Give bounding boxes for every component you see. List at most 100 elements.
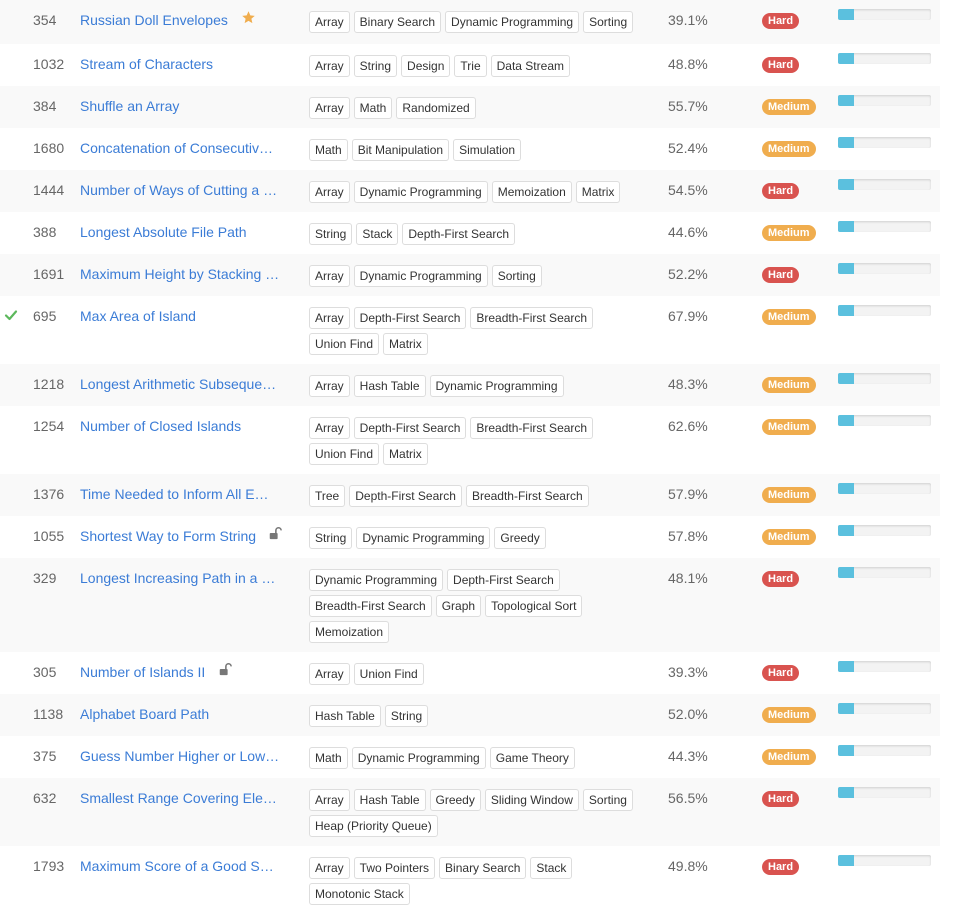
- topic-tag[interactable]: Array: [309, 417, 350, 439]
- problem-title-link[interactable]: Number of Islands II: [80, 664, 205, 680]
- lock-icon: [268, 526, 284, 542]
- topic-tag[interactable]: Depth-First Search: [353, 307, 467, 329]
- topic-tags: Dynamic Programming Depth-First Search Bre…: [309, 569, 649, 643]
- topic-tag[interactable]: Array: [309, 789, 350, 811]
- topic-tag[interactable]: Monotonic Stack: [309, 883, 410, 905]
- topic-tags: Array Binary Search Dynamic Programming Sor…: [309, 11, 649, 33]
- topic-tag[interactable]: Bit Manipulation: [351, 139, 450, 161]
- topic-tag[interactable]: Matrix: [575, 181, 621, 203]
- topic-tag[interactable]: Array: [309, 11, 350, 33]
- topic-tag[interactable]: Trie: [454, 55, 487, 77]
- topic-tag[interactable]: Array: [309, 307, 350, 329]
- topic-tag[interactable]: Math: [309, 139, 348, 161]
- topic-tag[interactable]: Dynamic Programming: [429, 375, 564, 397]
- topic-tag[interactable]: Array: [309, 55, 350, 77]
- topic-tag[interactable]: String: [384, 705, 429, 727]
- topic-tag[interactable]: Array: [309, 265, 350, 287]
- problem-title-link[interactable]: Number of Closed Islands: [80, 418, 241, 434]
- problem-title-link[interactable]: Shortest Way to Form String: [80, 528, 256, 544]
- topic-tag[interactable]: Topological Sort: [485, 595, 583, 617]
- topic-tag[interactable]: Heap (Priority Queue): [309, 815, 438, 837]
- topic-tag[interactable]: Design: [401, 55, 451, 77]
- problem-title-link[interactable]: Longest Increasing Path in a …: [80, 570, 275, 586]
- topic-tag[interactable]: Tree: [309, 485, 346, 507]
- topic-tag[interactable]: Breadth-First Search: [470, 417, 594, 439]
- topic-tag[interactable]: Game Theory: [489, 747, 575, 769]
- problem-title-link[interactable]: Russian Doll Envelopes: [80, 12, 228, 28]
- problem-title-link[interactable]: Shuffle an Array: [80, 98, 179, 114]
- topic-tag[interactable]: Matrix: [383, 333, 428, 355]
- topic-tag[interactable]: Greedy: [494, 527, 546, 549]
- problem-title-link[interactable]: Number of Ways of Cutting a …: [80, 182, 277, 198]
- topic-tag[interactable]: Dynamic Programming: [353, 265, 488, 287]
- topic-tag[interactable]: Union Find: [309, 333, 380, 355]
- problem-title-link[interactable]: Longest Arithmetic Subseque…: [80, 376, 276, 392]
- frequency-bar-fill: [838, 525, 854, 536]
- problem-title-link[interactable]: Longest Absolute File Path: [80, 224, 247, 240]
- topic-tag[interactable]: Data Stream: [490, 55, 570, 77]
- problem-title-link[interactable]: Time Needed to Inform All E…: [80, 486, 269, 502]
- difficulty-badge: Medium: [762, 225, 816, 241]
- topic-tag[interactable]: Union Find: [309, 443, 380, 465]
- topic-tag[interactable]: Simulation: [453, 139, 522, 161]
- problem-title-link[interactable]: Alphabet Board Path: [80, 706, 209, 722]
- table-row: 632 Smallest Range Covering Ele… Array Hash…: [0, 778, 940, 846]
- topic-tag[interactable]: Breadth-First Search: [465, 485, 589, 507]
- topic-tag[interactable]: Matrix: [383, 443, 428, 465]
- topic-tag[interactable]: Depth-First Search: [349, 485, 462, 507]
- problem-id: 375: [33, 748, 57, 764]
- topic-tag[interactable]: Depth-First Search: [447, 569, 560, 591]
- topic-tag[interactable]: Array: [309, 375, 350, 397]
- problem-title-link[interactable]: Smallest Range Covering Ele…: [80, 790, 277, 806]
- topic-tag[interactable]: Sorting: [491, 265, 542, 287]
- problem-title-link[interactable]: Maximum Score of a Good S…: [80, 858, 274, 874]
- topic-tag[interactable]: Math: [309, 747, 348, 769]
- problem-id: 1691: [33, 266, 65, 282]
- topic-tag[interactable]: Array: [309, 857, 350, 879]
- topic-tag[interactable]: Memoization: [491, 181, 572, 203]
- topic-tag[interactable]: Randomized: [396, 97, 476, 119]
- problem-id: 1055: [33, 528, 65, 544]
- topic-tag[interactable]: Greedy: [429, 789, 481, 811]
- topic-tag[interactable]: Array: [309, 181, 350, 203]
- topic-tag[interactable]: Sorting: [583, 11, 634, 33]
- topic-tag[interactable]: Hash Table: [309, 705, 381, 727]
- topic-tag[interactable]: Binary Search: [439, 857, 527, 879]
- topic-tag[interactable]: Dynamic Programming: [445, 11, 580, 33]
- topic-tag[interactable]: Breadth-First Search: [470, 307, 594, 329]
- topic-tag[interactable]: Array: [309, 97, 350, 119]
- topic-tag[interactable]: Memoization: [309, 621, 390, 643]
- topic-tag[interactable]: Depth-First Search: [353, 417, 467, 439]
- topic-tag[interactable]: String: [353, 55, 398, 77]
- topic-tag[interactable]: Hash Table: [353, 789, 426, 811]
- topic-tag[interactable]: Sorting: [582, 789, 633, 811]
- topic-tag[interactable]: Depth-First Search: [402, 223, 516, 245]
- topic-tag[interactable]: Hash Table: [353, 375, 426, 397]
- topic-tag[interactable]: String: [309, 527, 353, 549]
- problem-title-link[interactable]: Guess Number Higher or Low…: [80, 748, 279, 764]
- topic-tag[interactable]: Stack: [530, 857, 573, 879]
- problem-title-link[interactable]: Maximum Height by Stacking …: [80, 266, 279, 282]
- topic-tag[interactable]: Sliding Window: [484, 789, 579, 811]
- topic-tag[interactable]: Graph: [435, 595, 482, 617]
- topic-tags: Array Dynamic Programming Memoization Matri…: [309, 181, 649, 203]
- problem-title-link[interactable]: Concatenation of Consecutiv…: [80, 140, 273, 156]
- difficulty-badge: Medium: [762, 529, 816, 545]
- problem-title-link[interactable]: Stream of Characters: [80, 56, 213, 72]
- topic-tag[interactable]: Dynamic Programming: [309, 569, 444, 591]
- topic-tag[interactable]: Dynamic Programming: [351, 747, 486, 769]
- problem-title-link[interactable]: Max Area of Island: [80, 308, 196, 324]
- topic-tag[interactable]: Breadth-First Search: [309, 595, 432, 617]
- acceptance-rate: 62.6%: [668, 418, 708, 434]
- topic-tag[interactable]: Dynamic Programming: [353, 181, 488, 203]
- topic-tag[interactable]: Stack: [356, 223, 399, 245]
- topic-tag[interactable]: Union Find: [353, 663, 424, 685]
- topic-tag[interactable]: Binary Search: [353, 11, 442, 33]
- difficulty-badge: Hard: [762, 57, 800, 73]
- topic-tag[interactable]: Array: [309, 663, 350, 685]
- topic-tag[interactable]: Math: [353, 97, 393, 119]
- topic-tag[interactable]: String: [309, 223, 353, 245]
- topic-tag[interactable]: Two Pointers: [353, 857, 436, 879]
- problem-id: 1376: [33, 486, 65, 502]
- topic-tag[interactable]: Dynamic Programming: [356, 527, 491, 549]
